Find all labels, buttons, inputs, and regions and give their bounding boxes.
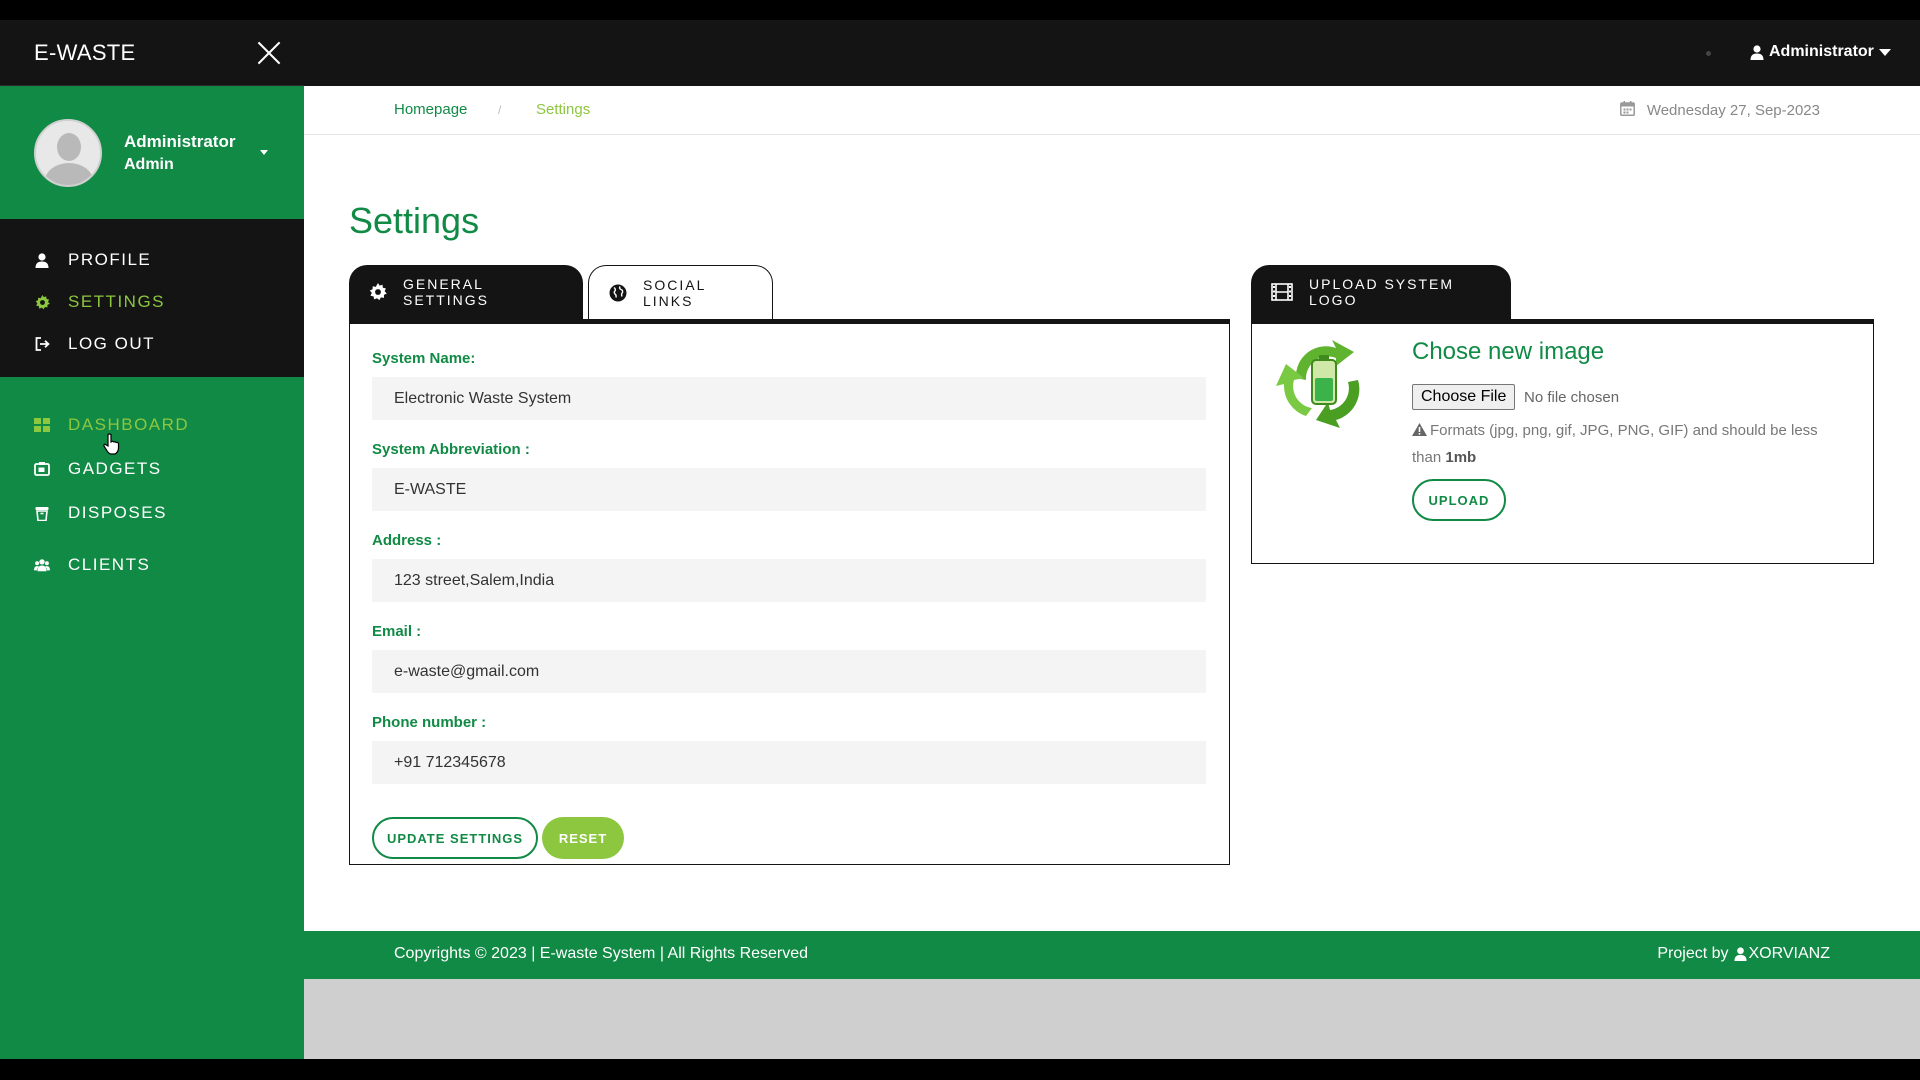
sidebar: E-WASTE Administrator Admin PROFILE SETT…	[0, 20, 304, 1059]
device-icon	[34, 461, 50, 477]
sidebar-item-gadgets[interactable]: GADGETS	[0, 447, 304, 491]
top-navbar: Administrator	[304, 20, 1920, 86]
sidebar-item-label: DASHBOARD	[68, 415, 190, 434]
sidebar-item-label: LOG OUT	[68, 334, 156, 353]
avatar	[34, 118, 102, 187]
brand-name: E-WASTE	[34, 39, 136, 65]
status-dot	[1706, 51, 1711, 56]
user-dropdown[interactable]: Administrator	[1750, 43, 1891, 61]
sidebar-item-settings[interactable]: SETTINGS	[0, 281, 304, 323]
user-icon	[1750, 44, 1764, 60]
user-icon	[1733, 947, 1747, 961]
system-name-input[interactable]	[372, 377, 1206, 420]
sidebar-item-label: CLIENTS	[68, 555, 151, 574]
address-label: Address :	[372, 532, 442, 549]
footer: Copyrights © 2023 | E-waste System | All…	[304, 931, 1920, 979]
phone-input[interactable]	[372, 741, 1206, 784]
sidebar-item-logout[interactable]: LOG OUT	[0, 323, 304, 365]
gear-icon	[369, 283, 387, 301]
choose-file-button[interactable]: Choose File	[1412, 384, 1516, 410]
caret-down-icon[interactable]	[260, 150, 268, 155]
file-status-text: No file chosen	[1524, 389, 1620, 406]
copyright-text: Copyrights © 2023 | E-waste System | All…	[394, 945, 809, 962]
upload-title: Chose new image	[1412, 338, 1605, 365]
sidebar-item-label: GADGETS	[68, 459, 162, 478]
system-logo-image	[1276, 338, 1372, 428]
system-abbreviation-label: System Abbreviation :	[372, 441, 530, 458]
page-bottom-area	[304, 979, 1920, 1059]
sign-out-icon	[34, 336, 50, 352]
email-input[interactable]	[372, 650, 1206, 693]
caret-down-icon	[1878, 48, 1891, 56]
globe-icon	[609, 284, 627, 302]
breadcrumb: Homepage / Settings Wednesday 27, Sep-20…	[304, 86, 1920, 135]
users-icon	[34, 557, 50, 573]
date-text: Wednesday 27, Sep-2023	[1646, 102, 1820, 119]
date-display: Wednesday 27, Sep-2023	[1619, 101, 1820, 120]
gear-icon	[34, 294, 50, 310]
user-dropdown-label: Administrator	[1769, 43, 1874, 60]
email-label: Email :	[372, 623, 422, 640]
address-input[interactable]	[372, 559, 1206, 602]
tab-general-settings[interactable]: GENERAL SETTINGS	[349, 265, 583, 319]
trash-icon	[34, 505, 50, 521]
project-author: XORVIANZ	[1748, 945, 1831, 962]
film-icon	[1271, 283, 1293, 301]
grid-icon	[34, 417, 50, 433]
sidebar-item-dashboard[interactable]: DASHBOARD	[0, 403, 304, 447]
phone-label: Phone number :	[372, 714, 487, 731]
sidebar-item-profile[interactable]: PROFILE	[0, 239, 304, 281]
user-panel[interactable]: Administrator Admin	[0, 86, 304, 219]
general-settings-card: System Name: System Abbreviation : Addre…	[349, 319, 1230, 865]
user-name: Administrator	[124, 131, 236, 151]
close-sidebar-icon[interactable]	[256, 40, 282, 66]
page-title: Settings	[349, 200, 480, 241]
upload-logo-card: Chose new image Choose File No file chos…	[1251, 319, 1874, 564]
update-settings-button[interactable]: UPDATE SETTINGS	[372, 817, 538, 859]
format-note-size: 1mb	[1445, 449, 1477, 466]
project-credit: Project by XORVIANZ	[1657, 945, 1830, 963]
user-icon	[34, 252, 50, 268]
format-note: Formats (jpg, png, gif, JPG, PNG, GIF) a…	[1412, 418, 1832, 471]
system-name-label: System Name:	[372, 350, 476, 367]
sidebar-item-disposes[interactable]: DISPOSES	[0, 491, 304, 535]
hand-cursor-icon	[103, 433, 121, 460]
breadcrumb-current: Settings	[536, 101, 591, 118]
user-info: Administrator Admin	[124, 132, 235, 174]
sidebar-item-label: PROFILE	[68, 250, 152, 269]
tab-label: SOCIAL LINKS	[643, 276, 706, 309]
system-abbreviation-input[interactable]	[372, 468, 1206, 511]
app-window: E-WASTE Administrator Admin PROFILE SETT…	[0, 20, 1920, 1059]
main-menu: DASHBOARD GADGETS DISPOSES CLIENTS	[0, 377, 304, 587]
brand-bar: E-WASTE	[0, 20, 304, 86]
sidebar-item-label: DISPOSES	[68, 503, 167, 522]
tab-upload-system-logo[interactable]: UPLOAD SYSTEM LOGO	[1251, 265, 1511, 319]
breadcrumb-home-link[interactable]: Homepage	[394, 101, 467, 118]
account-menu: PROFILE SETTINGS LOG OUT	[0, 219, 304, 377]
upload-button[interactable]: UPLOAD	[1412, 479, 1506, 521]
tab-label: UPLOAD SYSTEM LOGO	[1309, 276, 1455, 308]
tab-social-links[interactable]: SOCIAL LINKS	[588, 265, 773, 319]
warning-icon	[1412, 419, 1427, 445]
project-prefix: Project by	[1657, 945, 1729, 962]
user-role: Admin	[124, 155, 174, 173]
reset-button[interactable]: RESET	[542, 817, 624, 859]
calendar-icon	[1619, 101, 1635, 120]
sidebar-item-label: SETTINGS	[68, 292, 166, 311]
breadcrumb-separator: /	[498, 103, 502, 117]
sidebar-item-clients[interactable]: CLIENTS	[0, 543, 304, 587]
tab-label: GENERAL SETTINGS	[403, 276, 490, 308]
